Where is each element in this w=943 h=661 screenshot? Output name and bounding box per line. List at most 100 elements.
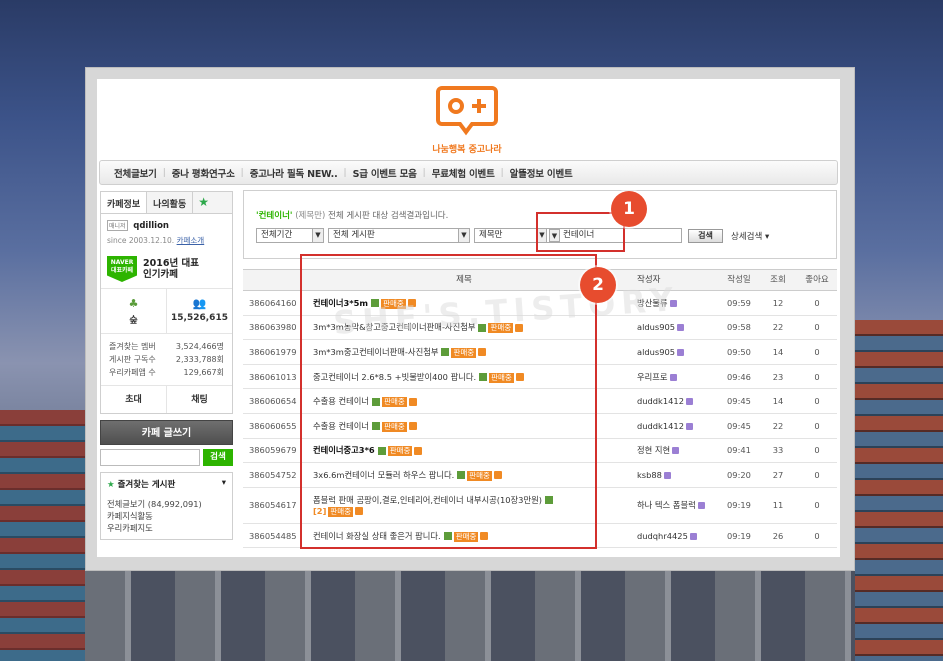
member-level-icon [669, 373, 677, 381]
post-likes: 0 [814, 500, 820, 511]
author-name: 우리프로 [637, 371, 668, 382]
left-sidebar: 카페정보 나의활동 ★ 매니저 qdillion since 2003.12.1… [100, 191, 233, 540]
post-author[interactable]: 하나 텍스 폼블럭 [625, 499, 719, 511]
stat-row: 게시판 구독수 2,333,788회 [109, 353, 224, 366]
menu-item-must-read[interactable]: 중고나라 필독 NEW.. [250, 166, 338, 180]
search-button[interactable]: 검색 [688, 229, 723, 243]
post-author[interactable]: duddk1412 [625, 396, 719, 406]
post-likes: 0 [814, 396, 820, 407]
author-name: ksb88 [637, 469, 662, 480]
board-select[interactable]: 전체 게시판 ▼ [328, 228, 470, 243]
since-date: since 2003.12.10. 카페소개 [107, 235, 226, 246]
write-post-button[interactable]: 카페 글쓰기 [100, 420, 233, 445]
people-icon: 👥 [192, 297, 207, 310]
menu-item-all-posts[interactable]: 전체글보기 [114, 166, 157, 180]
period-select[interactable]: 전체기간 ▼ [256, 228, 324, 243]
stat-row: 우리카페앱 수 129,667회 [109, 366, 224, 379]
post-likes: 0 [814, 322, 820, 333]
post-date: 09:45 [727, 396, 751, 407]
post-views: 26 [772, 530, 784, 541]
sidebar-search: 검색 [100, 449, 233, 466]
board-value: 전체 게시판 [333, 230, 375, 240]
tab-my-activity[interactable]: 나의활동 [147, 192, 194, 213]
member-level-icon [677, 324, 685, 332]
cafe-info-box: 카페정보 나의활동 ★ 매니저 qdillion since 2003.12.1… [100, 191, 233, 414]
naver-award-badge: NAVER 대표카페 [107, 256, 137, 282]
post-number: 386064160 [249, 297, 297, 308]
post-likes: 0 [814, 445, 820, 456]
post-views: 33 [772, 445, 784, 456]
post-likes: 0 [814, 420, 820, 431]
tab-cafe-info[interactable]: 카페정보 [101, 192, 148, 213]
chevron-down-icon: ▼ [312, 229, 323, 242]
search-keyword: '컨테이너' [256, 211, 293, 221]
post-author[interactable]: duddk1412 [625, 421, 719, 431]
post-date: 09:19 [727, 500, 751, 511]
post-views: 11 [772, 500, 784, 511]
favorite-list: 전체글보기 (84,992,091) 카페지식활동 우리카페지도 [107, 498, 226, 534]
author-name: 하나 텍스 폼블럭 [637, 500, 696, 511]
member-level-icon [685, 398, 693, 406]
background-container-stack-right [855, 320, 943, 661]
search-result-message: '컨테이너' (제목만) 전체 게시판 대상 검색결과입니다. [256, 209, 448, 221]
fav-item-map[interactable]: 우리카페지도 [107, 522, 226, 534]
award-section: NAVER 대표카페 2016년 대표 인기카페 [101, 246, 232, 288]
header-views: 조회 [770, 275, 786, 285]
post-views: 27 [772, 469, 784, 480]
manager-name[interactable]: qdillion [133, 221, 169, 231]
star-icon: ★ [107, 480, 115, 490]
cafe-level[interactable]: ♣ 숲 [101, 289, 167, 333]
detail-search-link[interactable]: 상세검색 ▾ [731, 230, 769, 242]
menu-item-s-events[interactable]: S급 이벤트 모음 [353, 166, 417, 180]
author-name: 정현 지현 [637, 445, 671, 456]
author-name: aldus905 [637, 322, 676, 333]
cafe-intro-link[interactable]: 카페소개 [177, 236, 205, 245]
background-port-bottom [85, 571, 855, 661]
post-author[interactable]: ksb88 [625, 470, 719, 480]
menu-item-free-trial[interactable]: 무료체험 이벤트 [432, 166, 495, 180]
invite-button[interactable]: 초대 [101, 386, 167, 413]
search-result-text: 전체 게시판 대상 검색결과입니다. [328, 211, 449, 221]
tree-icon: ♣ [128, 297, 139, 310]
post-likes: 0 [814, 297, 820, 308]
chat-button[interactable]: 채팅 [167, 386, 232, 413]
sidebar-search-input[interactable] [100, 449, 200, 466]
cafe-page: 나눔행복 중고나라 전체글보기 | 중나 평화연구소 | 중고나라 필독 NEW..… [97, 79, 840, 557]
annotation-badge-2: 2 [580, 267, 616, 303]
post-author[interactable]: aldus905 [625, 347, 719, 357]
member-level-icon [689, 532, 697, 540]
header-likes: 좋아요 [805, 275, 829, 285]
post-number: 386060655 [249, 420, 297, 431]
fav-item-all[interactable]: 전체글보기 (84,992,091) [107, 498, 226, 510]
award-title: 2016년 대표 인기카페 [143, 258, 199, 280]
author-name: duddk1412 [637, 420, 684, 431]
post-number: 386061013 [249, 371, 297, 382]
cafe-logo[interactable]: 나눔행복 중고나라 [427, 84, 507, 156]
post-author[interactable]: 정현 지현 [625, 444, 719, 456]
search-scope-note: (제목만) [295, 211, 326, 221]
post-views: 22 [772, 420, 784, 431]
menu-item-deal-events[interactable]: 알뜰정보 이벤트 [510, 166, 573, 180]
author-name: aldus905 [637, 346, 676, 357]
member-level-icon [672, 447, 680, 455]
favorite-boards-title[interactable]: ★ 즐겨찾는 게시판 ▾ [107, 478, 226, 490]
stat-row: 즐겨찾는 멤버 3,524,466명 [109, 340, 224, 353]
post-number: 386054485 [249, 530, 297, 541]
post-date: 09:59 [727, 297, 751, 308]
stat-label: 즐겨찾는 멤버 [109, 342, 156, 351]
menu-item-peace-lab[interactable]: 중나 평화연구소 [172, 166, 235, 180]
annotation-box-titles [300, 254, 597, 549]
fav-item-knowledge[interactable]: 카페지식활동 [107, 510, 226, 522]
post-number: 386060654 [249, 396, 297, 407]
post-author[interactable]: dudqhr4425 [625, 531, 719, 541]
post-author[interactable]: 우리프로 [625, 371, 719, 383]
star-icon[interactable]: ★ [193, 192, 214, 213]
post-author[interactable]: aldus905 [625, 322, 719, 332]
author-name: duddk1412 [637, 396, 684, 407]
member-value: 15,526,615 [171, 313, 228, 323]
member-count[interactable]: 👥 15,526,615 [167, 289, 232, 333]
author-name: dudqhr4425 [637, 530, 688, 541]
logo-caption: 나눔행복 중고나라 [432, 145, 502, 155]
sidebar-search-button[interactable]: 검색 [203, 449, 233, 466]
since-text: since 2003.12.10. [107, 236, 175, 245]
